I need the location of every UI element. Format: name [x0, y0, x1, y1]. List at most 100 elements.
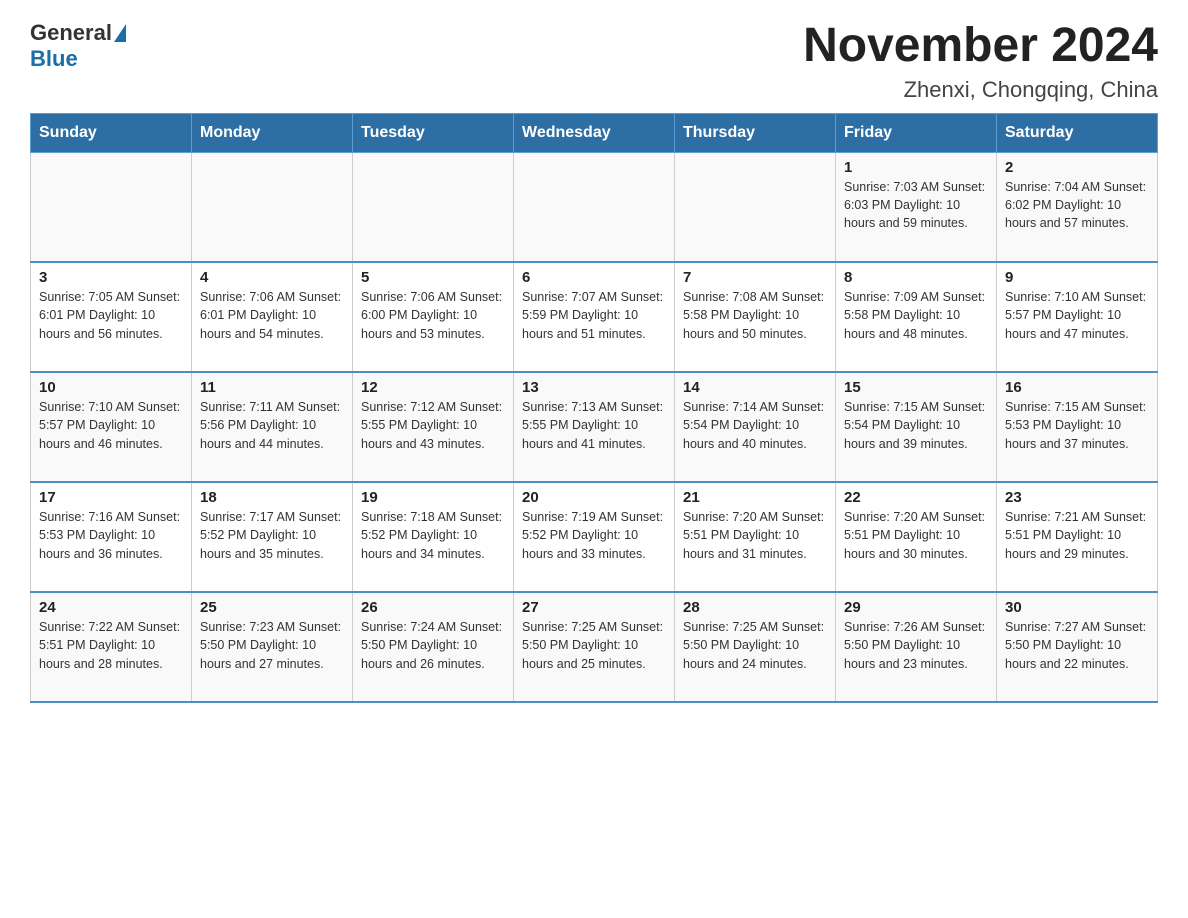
- calendar-cell: 3 Sunrise: 7:05 AM Sunset: 6:01 PM Daylig…: [31, 262, 192, 372]
- day-number: 28: [683, 599, 827, 616]
- day-info: Sunrise: 7:21 AM Sunset: 5:51 PM Dayligh…: [1005, 508, 1149, 562]
- day-info: Sunrise: 7:15 AM Sunset: 5:54 PM Dayligh…: [844, 398, 988, 452]
- title-section: November 2024 Zhenxi, Chongqing, China: [803, 20, 1158, 103]
- calendar-week-5: 24 Sunrise: 7:22 AM Sunset: 5:51 PM Dayli…: [31, 592, 1158, 702]
- page-header: General Blue November 2024 Zhenxi, Chong…: [30, 20, 1158, 103]
- calendar-week-3: 10 Sunrise: 7:10 AM Sunset: 5:57 PM Dayli…: [31, 372, 1158, 482]
- day-number: 4: [200, 269, 344, 286]
- day-number: 25: [200, 599, 344, 616]
- day-number: 18: [200, 489, 344, 506]
- calendar-cell: [353, 152, 514, 262]
- calendar-cell: 9 Sunrise: 7:10 AM Sunset: 5:57 PM Daylig…: [997, 262, 1158, 372]
- calendar-cell: 17 Sunrise: 7:16 AM Sunset: 5:53 PM Dayli…: [31, 482, 192, 592]
- day-info: Sunrise: 7:06 AM Sunset: 6:01 PM Dayligh…: [200, 288, 344, 342]
- day-info: Sunrise: 7:19 AM Sunset: 5:52 PM Dayligh…: [522, 508, 666, 562]
- day-info: Sunrise: 7:15 AM Sunset: 5:53 PM Dayligh…: [1005, 398, 1149, 452]
- day-number: 14: [683, 379, 827, 396]
- col-wednesday: Wednesday: [514, 113, 675, 152]
- day-info: Sunrise: 7:26 AM Sunset: 5:50 PM Dayligh…: [844, 618, 988, 672]
- day-number: 20: [522, 489, 666, 506]
- location-text: Zhenxi, Chongqing, China: [803, 77, 1158, 103]
- day-info: Sunrise: 7:05 AM Sunset: 6:01 PM Dayligh…: [39, 288, 183, 342]
- day-number: 3: [39, 269, 183, 286]
- day-info: Sunrise: 7:25 AM Sunset: 5:50 PM Dayligh…: [683, 618, 827, 672]
- calendar-cell: 15 Sunrise: 7:15 AM Sunset: 5:54 PM Dayli…: [836, 372, 997, 482]
- day-number: 12: [361, 379, 505, 396]
- calendar-cell: 30Sunrise: 7:27 AM Sunset: 5:50 PM Dayli…: [997, 592, 1158, 702]
- day-info: Sunrise: 7:24 AM Sunset: 5:50 PM Dayligh…: [361, 618, 505, 672]
- day-info: Sunrise: 7:16 AM Sunset: 5:53 PM Dayligh…: [39, 508, 183, 562]
- calendar-cell: 8 Sunrise: 7:09 AM Sunset: 5:58 PM Daylig…: [836, 262, 997, 372]
- col-friday: Friday: [836, 113, 997, 152]
- calendar-cell: 25Sunrise: 7:23 AM Sunset: 5:50 PM Dayli…: [192, 592, 353, 702]
- logo-blue-text: Blue: [30, 46, 78, 71]
- day-number: 26: [361, 599, 505, 616]
- calendar-cell: 26 Sunrise: 7:24 AM Sunset: 5:50 PM Dayli…: [353, 592, 514, 702]
- day-info: Sunrise: 7:08 AM Sunset: 5:58 PM Dayligh…: [683, 288, 827, 342]
- calendar-cell: 13Sunrise: 7:13 AM Sunset: 5:55 PM Dayli…: [514, 372, 675, 482]
- calendar-cell: 24 Sunrise: 7:22 AM Sunset: 5:51 PM Dayli…: [31, 592, 192, 702]
- day-info: Sunrise: 7:09 AM Sunset: 5:58 PM Dayligh…: [844, 288, 988, 342]
- calendar-week-2: 3 Sunrise: 7:05 AM Sunset: 6:01 PM Daylig…: [31, 262, 1158, 372]
- col-monday: Monday: [192, 113, 353, 152]
- day-number: 17: [39, 489, 183, 506]
- calendar-cell: 18Sunrise: 7:17 AM Sunset: 5:52 PM Dayli…: [192, 482, 353, 592]
- day-info: Sunrise: 7:11 AM Sunset: 5:56 PM Dayligh…: [200, 398, 344, 452]
- calendar-cell: 23 Sunrise: 7:21 AM Sunset: 5:51 PM Dayli…: [997, 482, 1158, 592]
- logo-general-text: General: [30, 20, 112, 46]
- day-number: 24: [39, 599, 183, 616]
- calendar-cell: 14 Sunrise: 7:14 AM Sunset: 5:54 PM Dayli…: [675, 372, 836, 482]
- col-thursday: Thursday: [675, 113, 836, 152]
- day-number: 21: [683, 489, 827, 506]
- day-number: 29: [844, 599, 988, 616]
- month-title: November 2024: [803, 20, 1158, 73]
- day-info: Sunrise: 7:13 AM Sunset: 5:55 PM Dayligh…: [522, 398, 666, 452]
- day-number: 16: [1005, 379, 1149, 396]
- day-number: 6: [522, 269, 666, 286]
- calendar-cell: 19Sunrise: 7:18 AM Sunset: 5:52 PM Dayli…: [353, 482, 514, 592]
- calendar-cell: 1Sunrise: 7:03 AM Sunset: 6:03 PM Daylig…: [836, 152, 997, 262]
- col-tuesday: Tuesday: [353, 113, 514, 152]
- day-info: Sunrise: 7:10 AM Sunset: 5:57 PM Dayligh…: [1005, 288, 1149, 342]
- day-info: Sunrise: 7:22 AM Sunset: 5:51 PM Dayligh…: [39, 618, 183, 672]
- calendar-cell: 12 Sunrise: 7:12 AM Sunset: 5:55 PM Dayli…: [353, 372, 514, 482]
- day-number: 5: [361, 269, 505, 286]
- calendar-cell: 4 Sunrise: 7:06 AM Sunset: 6:01 PM Daylig…: [192, 262, 353, 372]
- day-info: Sunrise: 7:07 AM Sunset: 5:59 PM Dayligh…: [522, 288, 666, 342]
- logo-triangle-icon: [114, 24, 126, 42]
- calendar-cell: 21 Sunrise: 7:20 AM Sunset: 5:51 PM Dayli…: [675, 482, 836, 592]
- day-info: Sunrise: 7:20 AM Sunset: 5:51 PM Dayligh…: [844, 508, 988, 562]
- day-number: 27: [522, 599, 666, 616]
- day-info: Sunrise: 7:10 AM Sunset: 5:57 PM Dayligh…: [39, 398, 183, 452]
- day-info: Sunrise: 7:27 AM Sunset: 5:50 PM Dayligh…: [1005, 618, 1149, 672]
- calendar-cell: 28 Sunrise: 7:25 AM Sunset: 5:50 PM Dayli…: [675, 592, 836, 702]
- header-row: Sunday Monday Tuesday Wednesday Thursday…: [31, 113, 1158, 152]
- calendar-body: 1Sunrise: 7:03 AM Sunset: 6:03 PM Daylig…: [31, 152, 1158, 702]
- calendar-cell: 29 Sunrise: 7:26 AM Sunset: 5:50 PM Dayli…: [836, 592, 997, 702]
- calendar-cell: 11 Sunrise: 7:11 AM Sunset: 5:56 PM Dayli…: [192, 372, 353, 482]
- calendar-week-1: 1Sunrise: 7:03 AM Sunset: 6:03 PM Daylig…: [31, 152, 1158, 262]
- calendar-table: Sunday Monday Tuesday Wednesday Thursday…: [30, 113, 1158, 704]
- day-info: Sunrise: 7:14 AM Sunset: 5:54 PM Dayligh…: [683, 398, 827, 452]
- calendar-cell: [31, 152, 192, 262]
- calendar-cell: 5Sunrise: 7:06 AM Sunset: 6:00 PM Daylig…: [353, 262, 514, 372]
- calendar-cell: 10 Sunrise: 7:10 AM Sunset: 5:57 PM Dayli…: [31, 372, 192, 482]
- calendar-cell: [514, 152, 675, 262]
- day-number: 9: [1005, 269, 1149, 286]
- col-saturday: Saturday: [997, 113, 1158, 152]
- day-number: 10: [39, 379, 183, 396]
- day-number: 1: [844, 159, 988, 176]
- day-number: 8: [844, 269, 988, 286]
- day-info: Sunrise: 7:18 AM Sunset: 5:52 PM Dayligh…: [361, 508, 505, 562]
- day-info: Sunrise: 7:12 AM Sunset: 5:55 PM Dayligh…: [361, 398, 505, 452]
- day-number: 23: [1005, 489, 1149, 506]
- day-info: Sunrise: 7:25 AM Sunset: 5:50 PM Dayligh…: [522, 618, 666, 672]
- calendar-cell: [192, 152, 353, 262]
- calendar-cell: 22Sunrise: 7:20 AM Sunset: 5:51 PM Dayli…: [836, 482, 997, 592]
- calendar-header: Sunday Monday Tuesday Wednesday Thursday…: [31, 113, 1158, 152]
- day-number: 15: [844, 379, 988, 396]
- calendar-cell: 27 Sunrise: 7:25 AM Sunset: 5:50 PM Dayli…: [514, 592, 675, 702]
- day-info: Sunrise: 7:04 AM Sunset: 6:02 PM Dayligh…: [1005, 178, 1149, 232]
- day-number: 11: [200, 379, 344, 396]
- day-info: Sunrise: 7:20 AM Sunset: 5:51 PM Dayligh…: [683, 508, 827, 562]
